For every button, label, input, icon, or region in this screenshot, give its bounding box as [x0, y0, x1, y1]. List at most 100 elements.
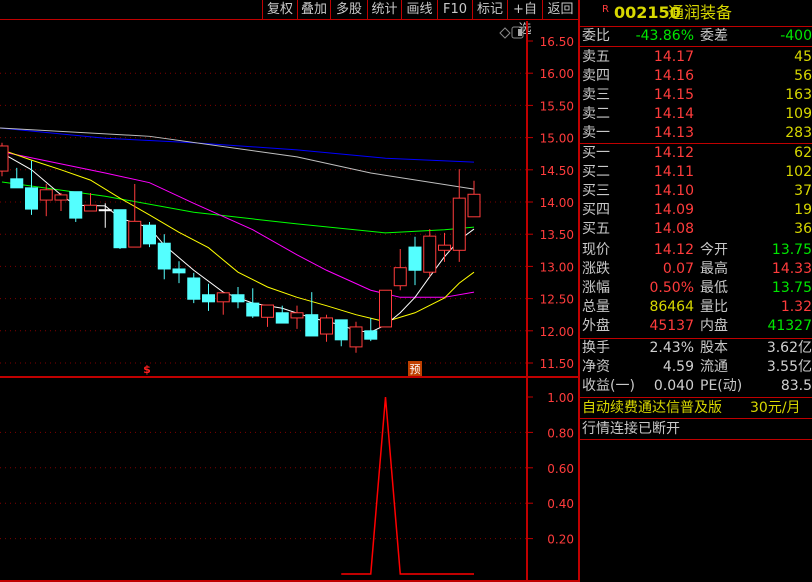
candle-body: [98, 209, 112, 212]
candle-body: [172, 268, 186, 274]
price-tick-label: 13.00: [540, 260, 574, 274]
finance-value: 4.59: [662, 359, 694, 375]
quote-label: 今开: [700, 242, 728, 258]
level-volume: 36: [794, 221, 812, 237]
quote-label: 最高: [700, 261, 728, 277]
quote-label: 涨幅: [582, 280, 610, 296]
toolbar-button[interactable]: 标记: [472, 0, 507, 20]
candle-body: [25, 187, 38, 210]
level-price: 14.10: [653, 183, 694, 199]
candle-body: [39, 189, 53, 201]
sell-level: 卖一 14.13 283: [582, 124, 812, 143]
toolbar-button[interactable]: 统计: [367, 0, 401, 20]
diff-value: -400: [780, 28, 812, 44]
candle-body: [113, 209, 127, 249]
toolbar-button[interactable]: +自选: [507, 0, 542, 37]
indicator-tick-label: 0.20: [547, 533, 574, 547]
price-tick-label: 16.00: [540, 67, 574, 81]
committee-row: 委比 -43.86% 委差 -400: [582, 27, 812, 46]
finance-label: 股本: [700, 340, 728, 356]
price-tick-label: 12.50: [540, 293, 574, 307]
finance-row: 净资 4.59 流通 3.55亿: [582, 358, 812, 377]
finance-value: 0.040: [653, 378, 694, 394]
quote-value: 0.50%: [649, 280, 694, 296]
price-tick-label: 11.50: [540, 357, 574, 371]
candle-body: [54, 194, 68, 201]
finance-row: 换手 2.43% 股本 3.62亿: [582, 339, 812, 358]
toolbar-button[interactable]: 画线: [401, 0, 437, 20]
candle-body: [0, 145, 9, 172]
toolbar-button[interactable]: F10: [437, 0, 472, 20]
finance-label: 净资: [582, 359, 610, 375]
quote-row: 总量 86464 量比 1.32: [582, 298, 812, 317]
candle-body: [305, 314, 319, 337]
diff-label: 委差: [700, 28, 728, 44]
quote-label: 总量: [582, 299, 610, 315]
level-volume: 62: [794, 145, 812, 161]
finance-value: 83.5: [780, 378, 812, 394]
panel-toggle-fill: [518, 29, 522, 36]
level-price: 14.14: [653, 106, 694, 122]
candle-body: [128, 220, 142, 248]
indicator-tick-label: 1.00: [547, 391, 574, 405]
quote-value: 14.33: [771, 261, 812, 277]
level-price: 14.13: [653, 125, 694, 141]
forecast-marker: 预: [410, 363, 421, 376]
candle-body: [84, 204, 97, 212]
quote-value: 1.32: [780, 299, 812, 315]
finance-label: 流通: [700, 359, 728, 375]
connection-status: 行情连接已断开: [582, 420, 812, 439]
candle-body: [69, 191, 83, 219]
candle-body: [438, 244, 451, 251]
toolbar-button[interactable]: 返回: [542, 0, 578, 20]
quote-value: 0.07: [662, 261, 694, 277]
finance-value: 2.43%: [649, 340, 694, 356]
candle-body: [334, 319, 348, 341]
buy-level: 买三 14.10 37: [582, 182, 812, 201]
level-price: 14.12: [653, 145, 694, 161]
finance-row: 收益(一) 0.040 PE(动) 83.5: [582, 377, 812, 396]
quote-label: 量比: [700, 299, 728, 315]
toolbar-button[interactable]: 叠加: [297, 0, 330, 20]
price-tick-label: 14.50: [540, 164, 574, 178]
finance-value: 3.55亿: [766, 359, 812, 375]
candle-body: [216, 292, 230, 303]
quote-label: 外盘: [582, 318, 610, 334]
sell-level: 卖三 14.15 163: [582, 86, 812, 105]
buy-level: 买四 14.09 19: [582, 201, 812, 220]
toolbar-button[interactable]: 复权: [262, 0, 297, 20]
quote-value: 45137: [649, 318, 694, 334]
ratio-value: -43.86%: [635, 28, 694, 44]
quote-value: 13.75: [771, 280, 812, 296]
price-tick-label: 13.50: [540, 228, 574, 242]
diamond-icon[interactable]: [499, 27, 511, 39]
level-volume: 37: [794, 183, 812, 199]
ad-price[interactable]: 30元/月: [750, 399, 801, 418]
quote-value: 86464: [649, 299, 694, 315]
level-price: 14.08: [653, 221, 694, 237]
indicator-line: [341, 396, 474, 575]
candle-body: [275, 312, 289, 324]
level-label: 卖一: [582, 125, 610, 141]
indicator-tick-label: 0.60: [547, 462, 574, 476]
ma120-line: [0, 127, 475, 163]
candle-body: [187, 277, 201, 300]
price-tick-label: 16.50: [540, 35, 574, 49]
quote-row: 外盘 45137 内盘 41327: [582, 317, 812, 336]
chart-toolbar: 复权 叠加 多股 统计 画线 F10 标记 +自选 返回: [0, 0, 578, 37]
candle-body: [393, 267, 407, 287]
quote-row: 涨幅 0.50% 最低 13.75: [582, 279, 812, 298]
level-volume: 102: [785, 164, 812, 180]
level-label: 买四: [582, 202, 610, 218]
candle-body: [290, 312, 304, 319]
level-price: 14.11: [653, 164, 694, 180]
quote-value: 41327: [767, 318, 812, 334]
toolbar-button[interactable]: 多股: [330, 0, 367, 20]
ad-banner[interactable]: 自动续费通达信普及版 30元/月: [582, 399, 812, 418]
candle-body: [10, 178, 24, 189]
kline-chart[interactable]: 16.50 16.00 15.50 15.00 14.50 14.00 13.50 13.00…: [0, 21, 578, 582]
ad-text[interactable]: 自动续费通达信普及版: [582, 399, 722, 418]
finance-value: 3.62亿: [766, 340, 812, 356]
candle-body: [452, 197, 466, 251]
price-tick-label: 12.00: [540, 325, 574, 339]
